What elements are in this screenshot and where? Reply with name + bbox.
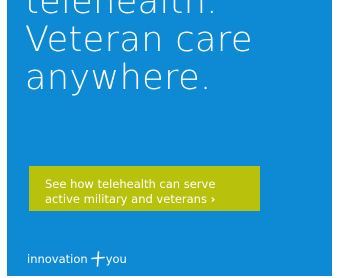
cta-line-2-wrapper: active military and veterans › — [45, 192, 260, 207]
chevron-right-icon: › — [210, 192, 216, 206]
cta-line-2: active military and veterans — [45, 192, 207, 206]
plus-icon — [90, 250, 105, 267]
telehealth-banner-ad[interactable]: telehealth. Veteran care anywhere. See h… — [7, 0, 332, 276]
headline-line-3: anywhere. — [25, 58, 212, 98]
headline-line-1: telehealth. — [25, 0, 218, 22]
brand-word-innovation: innovation — [27, 251, 88, 266]
headline-line-2: Veteran care — [25, 20, 253, 60]
brand-logo: innovation you — [27, 250, 127, 270]
ad-headline: telehealth. Veteran care anywhere. — [25, 0, 253, 97]
learn-more-button[interactable]: See how telehealth can serve active mili… — [29, 166, 260, 211]
brand-word-you: you — [105, 251, 127, 266]
cta-line-1: See how telehealth can serve — [45, 177, 216, 191]
